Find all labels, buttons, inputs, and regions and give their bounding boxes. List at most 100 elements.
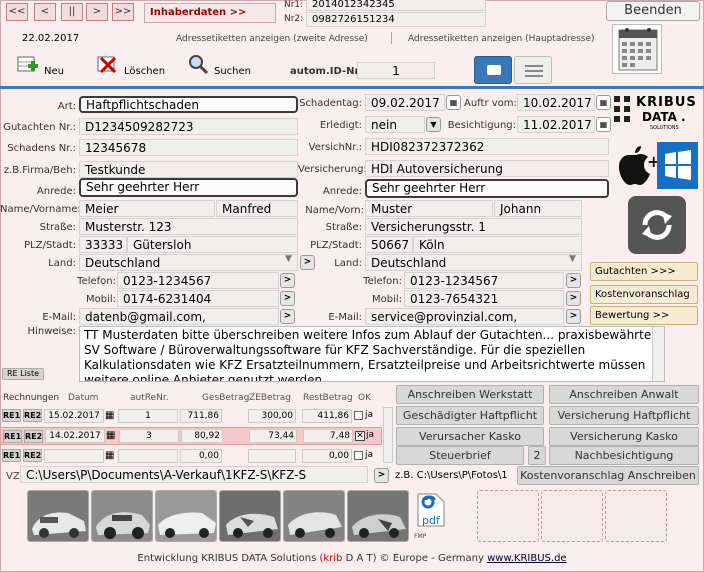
empty-photo-slot[interactable] [605,490,667,542]
erledigt-field[interactable]: nein [365,116,425,133]
adressetiketten-second-link[interactable]: Adressetiketten anzeigen (zweite Adresse… [176,34,368,44]
telefon-left-go-button[interactable]: > [280,273,295,288]
neu-button[interactable]: Neu [16,54,64,77]
row-rest[interactable]: 411,86 [302,409,352,423]
row-rest[interactable]: 7,48 [303,429,353,443]
besichtigung-calendar-icon[interactable]: ▦ [596,117,611,132]
row-calendar-icon[interactable]: ▦ [105,450,114,461]
empty-photo-slot[interactable] [541,490,603,542]
mobil-left-go-button[interactable]: > [280,291,295,306]
photo-thumbnail[interactable] [27,490,89,542]
row-calendar-icon[interactable]: ▦ [106,430,115,441]
telefon-right-field[interactable]: 0123-1234567 [404,272,564,289]
row-nr[interactable]: 3 [119,429,179,443]
list-view-toggle[interactable] [514,56,552,84]
form-view-toggle[interactable] [474,56,512,84]
besichtigung-field[interactable]: 11.02.2017 [517,116,595,133]
photo-thumbnail[interactable] [283,490,345,542]
photo-thumbnail[interactable] [155,490,217,542]
mobil-left-field[interactable]: 0174-6231404 [117,290,279,307]
nachbesichtigung-button[interactable]: Nachbesichtigung [549,446,699,465]
re2-button[interactable]: RE2 [23,449,42,462]
erledigt-dropdown-icon[interactable]: ▼ [426,117,441,132]
photo-thumbnail[interactable] [347,490,409,542]
re2-button[interactable]: RE2 [23,409,42,422]
re1-button[interactable]: RE1 [3,430,22,443]
first-record-button[interactable]: << [6,3,28,21]
plz-right-field[interactable]: 50667 [365,236,413,253]
steuerbrief-button[interactable]: Steuerbrief [396,446,524,465]
row-ze[interactable] [248,449,296,463]
next-record-button[interactable]: > [86,3,108,21]
email-right-go-button[interactable]: > [566,309,581,324]
re-liste-button[interactable]: RE Liste [2,368,44,380]
firma-field[interactable]: Testkunde [79,161,298,178]
row-ok-checkbox[interactable] [354,451,363,460]
row-datum[interactable]: 15.02.2017 [44,409,104,423]
auftr-calendar-icon[interactable]: ▦ [596,95,611,110]
row-nr[interactable] [118,449,178,463]
schadens-nr-field[interactable]: 12345678 [79,139,298,156]
row-ges[interactable]: 711,86 [180,409,222,423]
last-record-button[interactable]: >> [112,3,134,21]
email-right-field[interactable]: service@provinzial.com, [365,308,564,325]
name-right-field[interactable]: Muster [365,200,493,217]
land-right-field[interactable]: Deutschland [365,254,582,271]
mobil-right-go-button[interactable]: > [566,291,581,306]
bewertung-button[interactable]: Bewertung >> [590,306,698,325]
path-go-button[interactable]: > [374,468,389,483]
name-left-field[interactable]: Meier [79,200,215,217]
re1-button[interactable]: RE1 [2,449,21,462]
mobil-right-field[interactable]: 0123-7654321 [404,290,564,307]
versicherung-haftpflicht-button[interactable]: Versicherung Haftpflicht [549,406,699,425]
email-left-field[interactable]: datenb@gmail.com, [79,308,279,325]
row-datum[interactable] [44,449,104,463]
vorname-right-field[interactable]: Johann [494,200,582,217]
row-ze[interactable]: 300,00 [248,409,296,423]
geschaedigter-haftpflicht-button[interactable]: Geschädigter Haftpflicht [396,406,544,425]
versicherung-kasko-button[interactable]: Versicherung Kasko [549,427,699,446]
beenden-button[interactable]: Beenden [606,1,700,21]
nr1-field[interactable]: 2014012342345 [306,0,486,11]
table-row[interactable]: RE1 RE2 15.02.2017 ▦ 1 711,86 300,00 411… [0,407,382,425]
versich-nr-field[interactable]: HDI082372372362 [365,138,609,155]
re2-button[interactable]: RE2 [24,430,43,443]
telefon-left-field[interactable]: 0123-1234567 [117,272,279,289]
hinweise-scrollbar[interactable] [652,327,664,381]
land-right-dropdown-icon[interactable]: ▼ [569,254,576,264]
anschreiben-werkstatt-button[interactable]: Anschreiben Werkstatt [396,385,544,404]
verursacher-kasko-button[interactable]: Verursacher Kasko [396,427,544,446]
rechnungen-scrollbar[interactable] [383,407,393,463]
calendar-icon[interactable] [612,24,662,74]
pause-button[interactable]: || [61,3,83,21]
email-left-go-button[interactable]: > [280,309,295,324]
table-row[interactable]: RE1 RE2 ▦ 0,00 0,00 ja [0,447,382,465]
row-nr[interactable]: 1 [118,409,178,423]
path-field[interactable]: C:\Users\P\Documents\A-Verkauf\1KFZ-S\KF… [20,466,368,483]
loeschen-button[interactable]: Löschen [96,54,165,77]
sync-button[interactable] [628,196,686,254]
land-left-dropdown-icon[interactable]: ▼ [285,254,292,264]
inhaberdaten-button[interactable]: Inhaberdaten >> [144,3,276,23]
telefon-right-go-button[interactable]: > [566,273,581,288]
gutachten-button[interactable]: Gutachten >>> [590,262,698,281]
suchen-button[interactable]: Suchen [188,54,251,77]
row-ges[interactable]: 80,92 [181,429,223,443]
strasse-right-field[interactable]: Versicherungsstr. 1 [365,218,582,235]
auftr-vom-field[interactable]: 10.02.2017 [517,94,595,111]
land-left-field[interactable]: Deutschland [79,254,298,271]
anrede-right-field[interactable]: Sehr geehrter Herr [365,179,609,198]
nr2-field[interactable]: 0982726151234 [306,12,486,27]
empty-photo-slot[interactable] [477,490,539,542]
re1-button[interactable]: RE1 [2,409,21,422]
row-ok-checkbox[interactable] [354,411,363,420]
row-ges[interactable]: 0,00 [180,449,222,463]
photo-thumbnail[interactable] [219,490,281,542]
pdf-icon[interactable]: pdf [414,492,446,528]
schadentag-field[interactable]: 09.02.2017 [365,94,445,111]
kostenvoranschlag-anschreiben-button[interactable]: Kostenvoranschlag Anschreiben [517,466,699,485]
row-rest[interactable]: 0,00 [302,449,352,463]
adressetiketten-main-link[interactable]: Adressetiketten anzeigen (Hauptadresse) [408,34,595,44]
vorname-left-field[interactable]: Manfred [216,200,298,217]
photo-thumbnail[interactable] [91,490,153,542]
